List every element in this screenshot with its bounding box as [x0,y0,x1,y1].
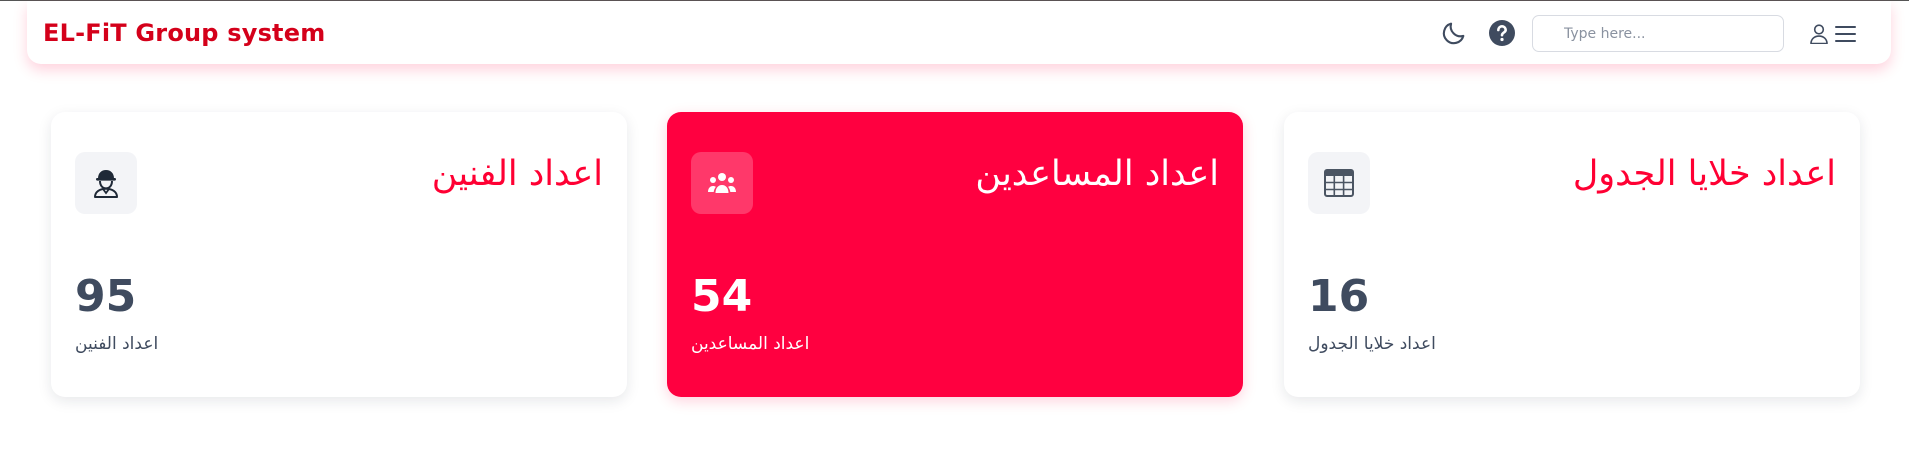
card-title: اعداد خلايا الجدول [1572,154,1836,194]
card-title: اعداد المساعدين [975,154,1219,194]
card-title: اعداد الفنين [431,154,603,194]
users-group-icon [708,173,736,193]
hamburger-menu-icon[interactable] [1835,25,1856,43]
card-subtitle: اعداد الفنين [75,334,159,354]
stat-card-table-cells[interactable]: اعداد خلايا الجدول 16 اعداد خلايا الجدول [1284,112,1860,397]
icon-box [691,152,753,214]
table-grid-icon [1324,169,1354,197]
card-value: 95 [75,271,137,322]
card-subtitle: اعداد المساعدين [691,334,810,354]
user-icon[interactable] [1810,24,1828,44]
card-value: 54 [691,271,753,322]
icon-box [1308,152,1370,214]
stat-card-assistants[interactable]: اعداد المساعدين 54 اعداد المساعدين [667,112,1243,397]
card-value: 16 [1308,271,1370,322]
stat-card-technicians[interactable]: اعداد الفنين 95 اعداد الفنين [51,112,627,397]
icon-box [75,152,137,214]
technician-icon [94,170,118,198]
card-subtitle: اعداد خلايا الجدول [1308,334,1436,354]
brand-title[interactable]: EL-FiT Group system [43,19,325,47]
top-navbar: EL-FiT Group system [27,1,1891,64]
moon-icon[interactable] [1440,19,1468,47]
question-circle-icon[interactable] [1489,20,1515,46]
search-input[interactable] [1532,15,1784,52]
